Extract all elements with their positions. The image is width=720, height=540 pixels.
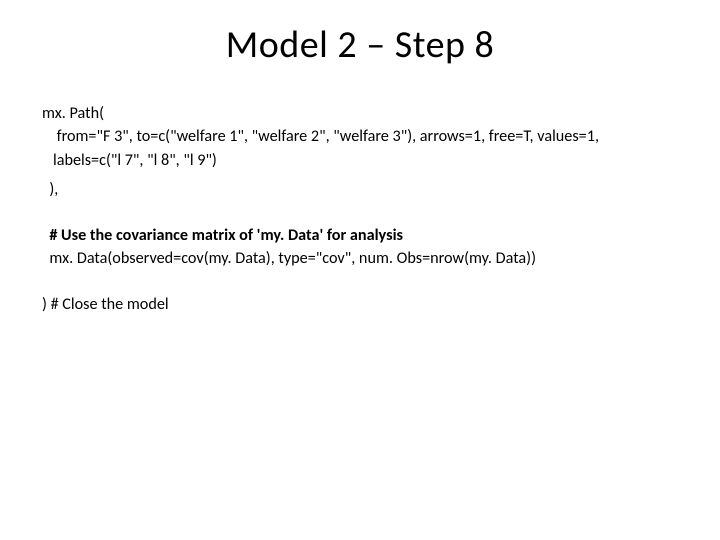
slide: Model 2 – Step 8 mx. Path( from="F 3", t… xyxy=(0,0,720,540)
code-line: ) # Close the model xyxy=(42,293,678,316)
code-line: ), xyxy=(42,178,678,201)
code-block: mx. Path( from="F 3", to=c("welfare 1", … xyxy=(42,102,678,316)
code-line: labels=c("l 7", "l 8", "l 9") xyxy=(42,149,678,172)
code-line: from="F 3", to=c("welfare 1", "welfare 2… xyxy=(42,125,678,148)
code-line: mx. Path( xyxy=(42,102,678,125)
code-comment: # Use the covariance matrix of 'my. Data… xyxy=(42,224,678,247)
page-title: Model 2 – Step 8 xyxy=(42,22,678,68)
code-line: mx. Data(observed=cov(my. Data), type="c… xyxy=(42,247,678,270)
